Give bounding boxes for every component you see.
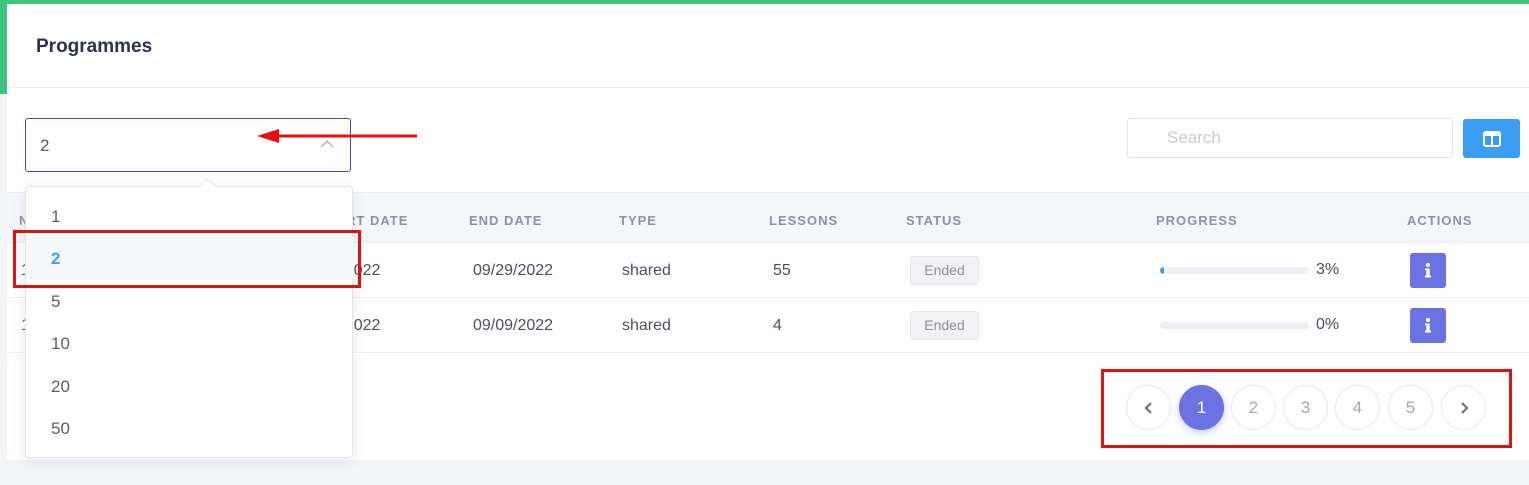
option-label: 10 [51,334,70,353]
end-date: 09/09/2022 [473,317,554,334]
option-label: 50 [51,419,70,438]
programme-type: shared [622,317,671,334]
column-header[interactable]: STATUS [906,213,962,228]
columns-toggle-button[interactable] [1463,119,1520,158]
chevron-right-icon [1460,401,1469,414]
end-date: 09/29/2022 [473,262,554,279]
option-label: 20 [51,377,70,396]
column-header[interactable]: LESSONS [769,213,838,228]
annotation-arrow [257,129,417,143]
page-size-value: 2 [40,136,50,155]
progress-bar [1160,322,1309,329]
columns-icon [1482,130,1501,147]
info-icon [1425,263,1431,278]
pagination-prev-button[interactable] [1126,385,1171,430]
column-header[interactable]: END DATE [469,213,542,228]
page-size-dropdown-menu: 1 2 5 10 20 50 [25,177,354,458]
programme-type: shared [622,262,671,279]
status-badge: Ended [910,311,979,340]
column-header[interactable]: TYPE [619,213,657,228]
option-label: 5 [51,292,61,311]
page-title: Programmes [36,36,153,57]
search-input[interactable] [1127,118,1453,158]
option-label: 1 [51,207,61,226]
pagination-page-1[interactable]: 1 [1179,385,1224,430]
option-highlight [13,230,361,288]
info-button[interactable] [1410,253,1446,288]
progress-percent: 3% [1316,261,1340,278]
info-icon [1425,318,1431,333]
pagination-page-3[interactable]: 3 [1283,385,1328,430]
progress-fill [1160,267,1165,274]
header-divider [7,87,1529,88]
status-badge: Ended [910,256,979,285]
info-button[interactable] [1410,308,1446,343]
progress-percent: 0% [1316,316,1340,333]
page-size-option[interactable]: 50 [26,407,354,449]
lessons-count: 4 [773,317,782,334]
chevron-left-icon [1143,401,1152,414]
dropdown-caret [198,177,216,195]
column-header[interactable]: PROGRESS [1156,213,1238,228]
page-size-option[interactable]: 10 [26,322,354,364]
pagination-page-2[interactable]: 2 [1231,385,1276,430]
page-size-option[interactable]: 20 [26,365,354,407]
progress-bar [1160,267,1309,274]
pagination-page-5[interactable]: 5 [1388,385,1433,430]
left-accent-bar [0,0,7,94]
column-header[interactable]: ACTIONS [1407,213,1473,228]
pagination-page-4[interactable]: 4 [1335,385,1380,430]
lessons-count: 55 [773,262,791,279]
pagination-next-button[interactable] [1441,385,1486,430]
